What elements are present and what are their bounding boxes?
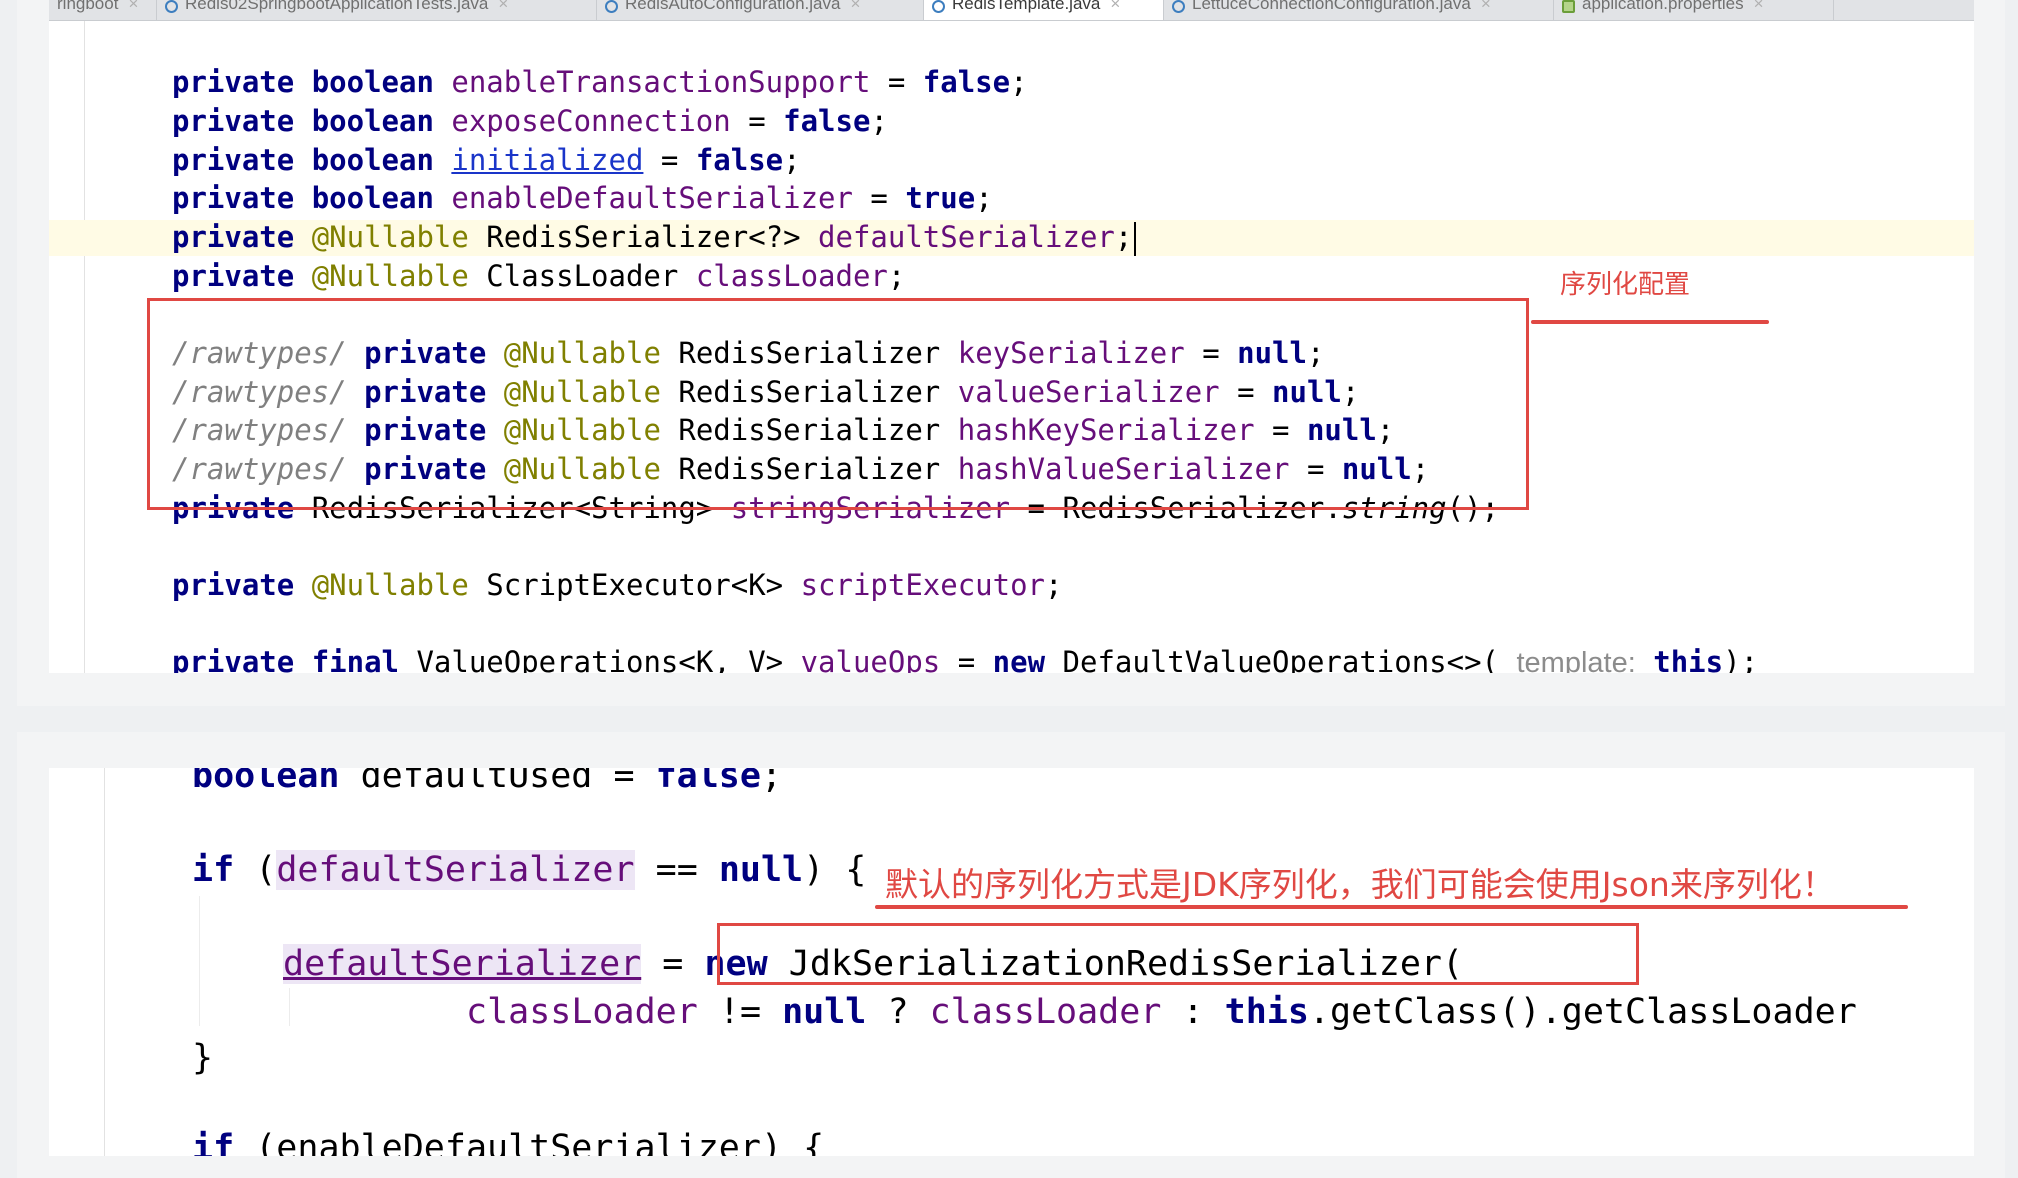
code-line-current: private @Nullable RedisSerializer<?> def… <box>49 220 1974 256</box>
code-line: private boolean initialized = false; <box>172 143 801 177</box>
code-line: classLoader != null ? classLoader : this… <box>466 992 1857 1032</box>
java-file-icon <box>165 0 178 13</box>
java-file-icon <box>605 0 618 13</box>
code-line: if (defaultSerializer == null) { <box>192 850 867 890</box>
text-caret <box>1134 222 1137 256</box>
tab-lettuce-connection-configuration[interactable]: LettuceConnectionConfiguration.java × <box>1164 0 1554 20</box>
highlight-box-serializers <box>147 298 1529 510</box>
code-line: private boolean enableTransactionSupport… <box>172 65 1028 99</box>
code-line: private @Nullable ScriptExecutor<K> scri… <box>172 568 1063 602</box>
code-line: if (enableDefaultSerializer) { <box>192 1128 825 1156</box>
underline-note-top <box>1531 320 1769 324</box>
tab-redis-auto-configuration[interactable]: RedisAutoConfiguration.java × <box>597 0 924 20</box>
annotation-serialization-config: 序列化配置 <box>1560 270 1691 300</box>
close-icon[interactable]: × <box>1481 0 1491 13</box>
code-line: private boolean exposeConnection = false… <box>172 104 888 138</box>
code-line: private final ValueOperations<K, V> valu… <box>172 645 1758 673</box>
tab-redis02-tests[interactable]: Redis02SpringbootApplicationTests.java × <box>157 0 597 20</box>
editor-tab-bar: ringboot × Redis02SpringbootApplicationTe… <box>49 0 1974 21</box>
close-icon[interactable]: × <box>128 0 138 13</box>
gutter-divider <box>104 768 105 1156</box>
annotation-default-jdk-serialization: 默认的序列化方式是JDK序列化，我们可能会使用Json来序列化！ <box>885 865 1835 904</box>
tab-redis-template[interactable]: RedisTemplate.java × <box>924 0 1164 20</box>
gutter-divider <box>84 21 85 673</box>
indent-guide <box>289 988 290 1026</box>
java-file-icon <box>932 0 945 13</box>
java-file-icon <box>1172 0 1185 13</box>
tab-application-properties[interactable]: application.properties × <box>1554 0 1834 20</box>
highlight-box-jdk-serializer <box>717 923 1639 985</box>
parameter-hint: template: <box>1516 647 1636 673</box>
properties-file-icon <box>1562 0 1575 13</box>
code-line: private @Nullable ClassLoader classLoade… <box>172 259 906 293</box>
code-line: private boolean enableDefaultSerializer … <box>172 181 993 215</box>
indent-guide <box>199 896 200 1026</box>
code-line: boolean defaultUsed = false; <box>192 768 783 796</box>
close-icon[interactable]: × <box>850 0 860 13</box>
close-icon[interactable]: × <box>1754 0 1764 13</box>
code-line: } <box>192 1038 214 1078</box>
tab-springboot[interactable]: ringboot × <box>49 0 157 20</box>
close-icon[interactable]: × <box>1110 0 1120 13</box>
close-icon[interactable]: × <box>498 0 508 13</box>
